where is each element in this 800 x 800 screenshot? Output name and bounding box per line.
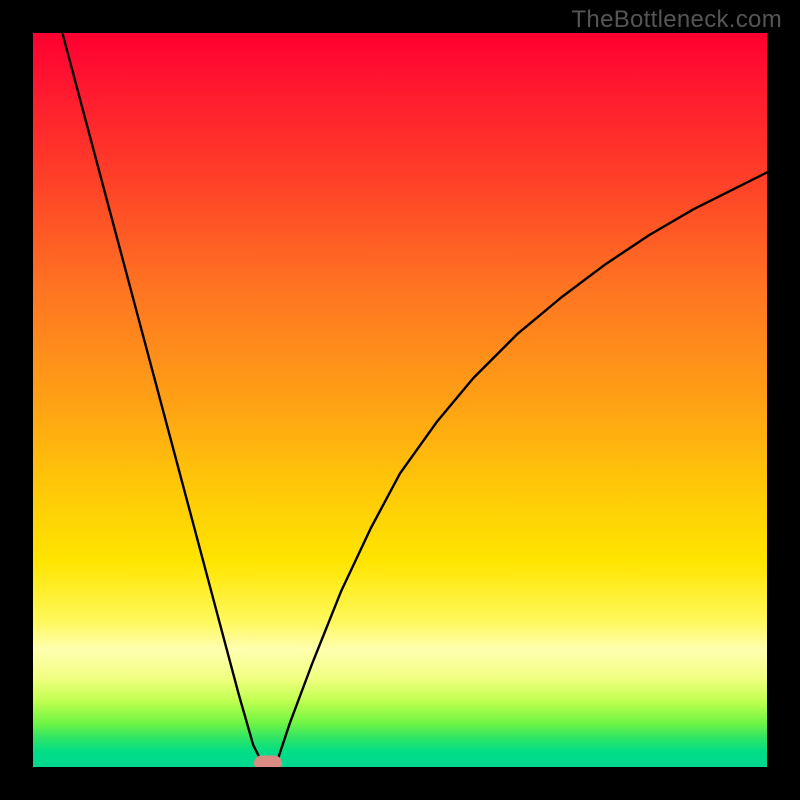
plot-area [33, 33, 767, 767]
curve-right [275, 172, 767, 767]
curve-left [62, 33, 264, 767]
watermark-text: TheBottleneck.com [571, 6, 782, 34]
curve-svg [33, 33, 767, 767]
chart-container: TheBottleneck.com [0, 0, 800, 800]
optimum-marker [254, 756, 282, 767]
